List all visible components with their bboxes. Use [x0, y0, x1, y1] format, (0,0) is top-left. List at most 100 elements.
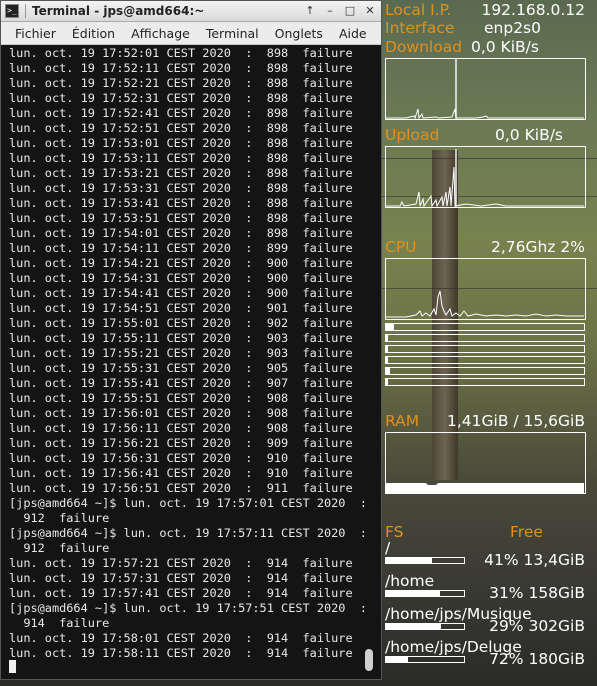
- cpu-value: 2,76Ghz 2%: [491, 238, 585, 256]
- terminal-line: [jps@amd664 ~]$ lun. oct. 19 17:57:11 CE…: [9, 526, 367, 540]
- terminal-line: lun. oct. 19 17:54:51 CEST 2020 : 901 fa…: [9, 301, 353, 315]
- local-ip-value: 192.168.0.12: [481, 1, 585, 19]
- cpu-core-bar: [385, 334, 585, 342]
- minimize-icon[interactable]: –: [321, 3, 339, 19]
- terminal-line: lun. oct. 19 17:55:41 CEST 2020 : 907 fa…: [9, 376, 353, 390]
- cpu-core-bar: [385, 367, 585, 375]
- ram-row: RAM 1,41GiB / 15,6GiB: [385, 411, 591, 431]
- terminal-line: lun. oct. 19 17:53:41 CEST 2020 : 898 fa…: [9, 196, 353, 210]
- terminal-line: lun. oct. 19 17:53:01 CEST 2020 : 898 fa…: [9, 136, 353, 150]
- ram-label: RAM: [385, 412, 420, 430]
- fs-free-value: 41% 13,4GiB: [484, 551, 585, 569]
- terminal-window[interactable]: >_ Terminal - jps@amd664:~ ↑ – □ ✕ Fichi…: [0, 0, 382, 680]
- terminal-line: lun. oct. 19 17:54:21 CEST 2020 : 900 fa…: [9, 256, 353, 270]
- terminal-line: lun. oct. 19 17:56:51 CEST 2020 : 911 fa…: [9, 481, 353, 495]
- cpu-core-bar-fill: [386, 335, 388, 341]
- scrollbar[interactable]: [364, 45, 373, 679]
- terminal-line: lun. oct. 19 17:55:01 CEST 2020 : 902 fa…: [9, 316, 353, 330]
- download-label: Download: [385, 38, 463, 56]
- fs-free-value: 29% 302GiB: [489, 617, 585, 635]
- upload-row: Upload 0,0 KiB/s: [385, 125, 591, 145]
- menu-aide[interactable]: Aide: [331, 26, 375, 41]
- menu-terminal[interactable]: Terminal: [198, 26, 267, 41]
- interface-label: Interface: [385, 19, 455, 37]
- local-ip-row: Local I.P. 192.168.0.12: [385, 0, 591, 20]
- terminal-app-icon[interactable]: >_: [5, 4, 19, 18]
- interface-value: enp2s0: [484, 19, 541, 37]
- fs-free-value: 72% 180GiB: [489, 650, 585, 668]
- terminal-line: lun. oct. 19 17:58:01 CEST 2020 : 914 fa…: [9, 631, 353, 645]
- cpu-graph: [385, 258, 586, 320]
- cpu-line: [386, 290, 584, 318]
- terminal-line: lun. oct. 19 17:56:21 CEST 2020 : 909 fa…: [9, 436, 353, 450]
- titlebar-separator: [25, 4, 26, 18]
- upload-label: Upload: [385, 126, 440, 144]
- cpu-row: CPU 2,76Ghz 2%: [385, 237, 591, 257]
- terminal-line: lun. oct. 19 17:54:41 CEST 2020 : 900 fa…: [9, 286, 353, 300]
- title-bar[interactable]: >_ Terminal - jps@amd664:~ ↑ – □ ✕: [1, 1, 381, 22]
- terminal-text: lun. oct. 19 17:52:01 CEST 2020 : 898 fa…: [9, 46, 367, 661]
- terminal-line: lun. oct. 19 17:56:41 CEST 2020 : 910 fa…: [9, 466, 353, 480]
- terminal-output[interactable]: lun. oct. 19 17:52:01 CEST 2020 : 898 fa…: [1, 45, 381, 679]
- cpu-core-bar-fill: [386, 368, 390, 374]
- menu-onglets[interactable]: Onglets: [267, 26, 331, 41]
- terminal-line: lun. oct. 19 17:55:31 CEST 2020 : 905 fa…: [9, 361, 353, 375]
- scrollbar-thumb[interactable]: [365, 649, 373, 671]
- menu-affichage[interactable]: Affichage: [123, 26, 198, 41]
- ram-value: 1,41GiB / 15,6GiB: [446, 412, 585, 430]
- terminal-line: lun. oct. 19 17:54:31 CEST 2020 : 900 fa…: [9, 271, 353, 285]
- cpu-core-bar: [385, 378, 585, 386]
- cpu-core-bar-fill: [386, 357, 388, 363]
- download-graph: [385, 58, 586, 120]
- terminal-line: lun. oct. 19 17:53:51 CEST 2020 : 898 fa…: [9, 211, 353, 225]
- ram-area: [386, 483, 584, 493]
- download-line: [386, 108, 584, 119]
- ram-graph-svg: [386, 483, 584, 493]
- terminal-line: lun. oct. 19 17:52:31 CEST 2020 : 898 fa…: [9, 91, 353, 105]
- cpu-graph-svg: [386, 290, 584, 318]
- terminal-line: lun. oct. 19 17:55:51 CEST 2020 : 908 fa…: [9, 391, 353, 405]
- terminal-line: lun. oct. 19 17:52:11 CEST 2020 : 898 fa…: [9, 61, 353, 75]
- download-value: 0,0 KiB/s: [470, 38, 539, 56]
- terminal-line: lun. oct. 19 17:52:01 CEST 2020 : 898 fa…: [9, 46, 353, 60]
- terminal-line: lun. oct. 19 17:57:21 CEST 2020 : 914 fa…: [9, 556, 353, 570]
- terminal-line: lun. oct. 19 17:54:01 CEST 2020 : 898 fa…: [9, 226, 353, 240]
- cpu-core-bar-fill: [386, 346, 388, 352]
- ram-graph: [385, 432, 586, 494]
- terminal-line: [jps@amd664 ~]$ lun. oct. 19 17:57:01 CE…: [9, 496, 367, 510]
- cpu-label: CPU: [385, 238, 417, 256]
- upload-graph: [385, 146, 586, 208]
- interface-row: Interface enp2s0: [385, 18, 591, 38]
- terminal-line: lun. oct. 19 17:53:11 CEST 2020 : 898 fa…: [9, 151, 353, 165]
- terminal-line: lun. oct. 19 17:55:11 CEST 2020 : 903 fa…: [9, 331, 353, 345]
- terminal-line: lun. oct. 19 17:53:21 CEST 2020 : 898 fa…: [9, 166, 353, 180]
- terminal-line: lun. oct. 19 17:55:21 CEST 2020 : 903 fa…: [9, 346, 353, 360]
- terminal-line: lun. oct. 19 17:56:11 CEST 2020 : 908 fa…: [9, 421, 353, 435]
- cpu-core-bar-fill: [386, 379, 388, 385]
- upload-line: [386, 166, 584, 207]
- menu-fichier[interactable]: Fichier: [1, 26, 64, 41]
- menu-bar: Fichier Édition Affichage Terminal Ongle…: [1, 22, 381, 45]
- terminal-line: 914 failure: [9, 616, 110, 630]
- cpu-core-bar: [385, 356, 585, 364]
- terminal-line: 912 failure: [9, 511, 110, 525]
- terminal-line: lun. oct. 19 17:57:41 CEST 2020 : 914 fa…: [9, 586, 353, 600]
- conky-monitor: Local I.P. 192.168.0.12 Interface enp2s0…: [385, 0, 591, 686]
- cpu-core-bar: [385, 345, 585, 353]
- terminal-line: lun. oct. 19 17:53:31 CEST 2020 : 898 fa…: [9, 181, 353, 195]
- upload-value: 0,0 KiB/s: [495, 126, 563, 144]
- terminal-line: lun. oct. 19 17:56:01 CEST 2020 : 908 fa…: [9, 406, 353, 420]
- terminal-line: lun. oct. 19 17:58:11 CEST 2020 : 914 fa…: [9, 646, 353, 660]
- fs-free-value: 31% 158GiB: [489, 584, 585, 602]
- terminal-line: [jps@amd664 ~]$ lun. oct. 19 17:57:51 CE…: [9, 601, 367, 615]
- maximize-icon[interactable]: □: [341, 3, 359, 19]
- upload-graph-svg: [386, 149, 584, 207]
- menu-edition[interactable]: Édition: [64, 26, 123, 41]
- text-cursor: [9, 660, 16, 673]
- terminal-line: lun. oct. 19 17:57:31 CEST 2020 : 914 fa…: [9, 571, 353, 585]
- shade-up-icon[interactable]: ↑: [301, 3, 319, 19]
- cpu-core-bar-fill: [386, 324, 394, 330]
- terminal-line: 912 failure: [9, 541, 110, 555]
- terminal-line: lun. oct. 19 17:52:41 CEST 2020 : 898 fa…: [9, 106, 353, 120]
- close-icon[interactable]: ✕: [361, 3, 379, 19]
